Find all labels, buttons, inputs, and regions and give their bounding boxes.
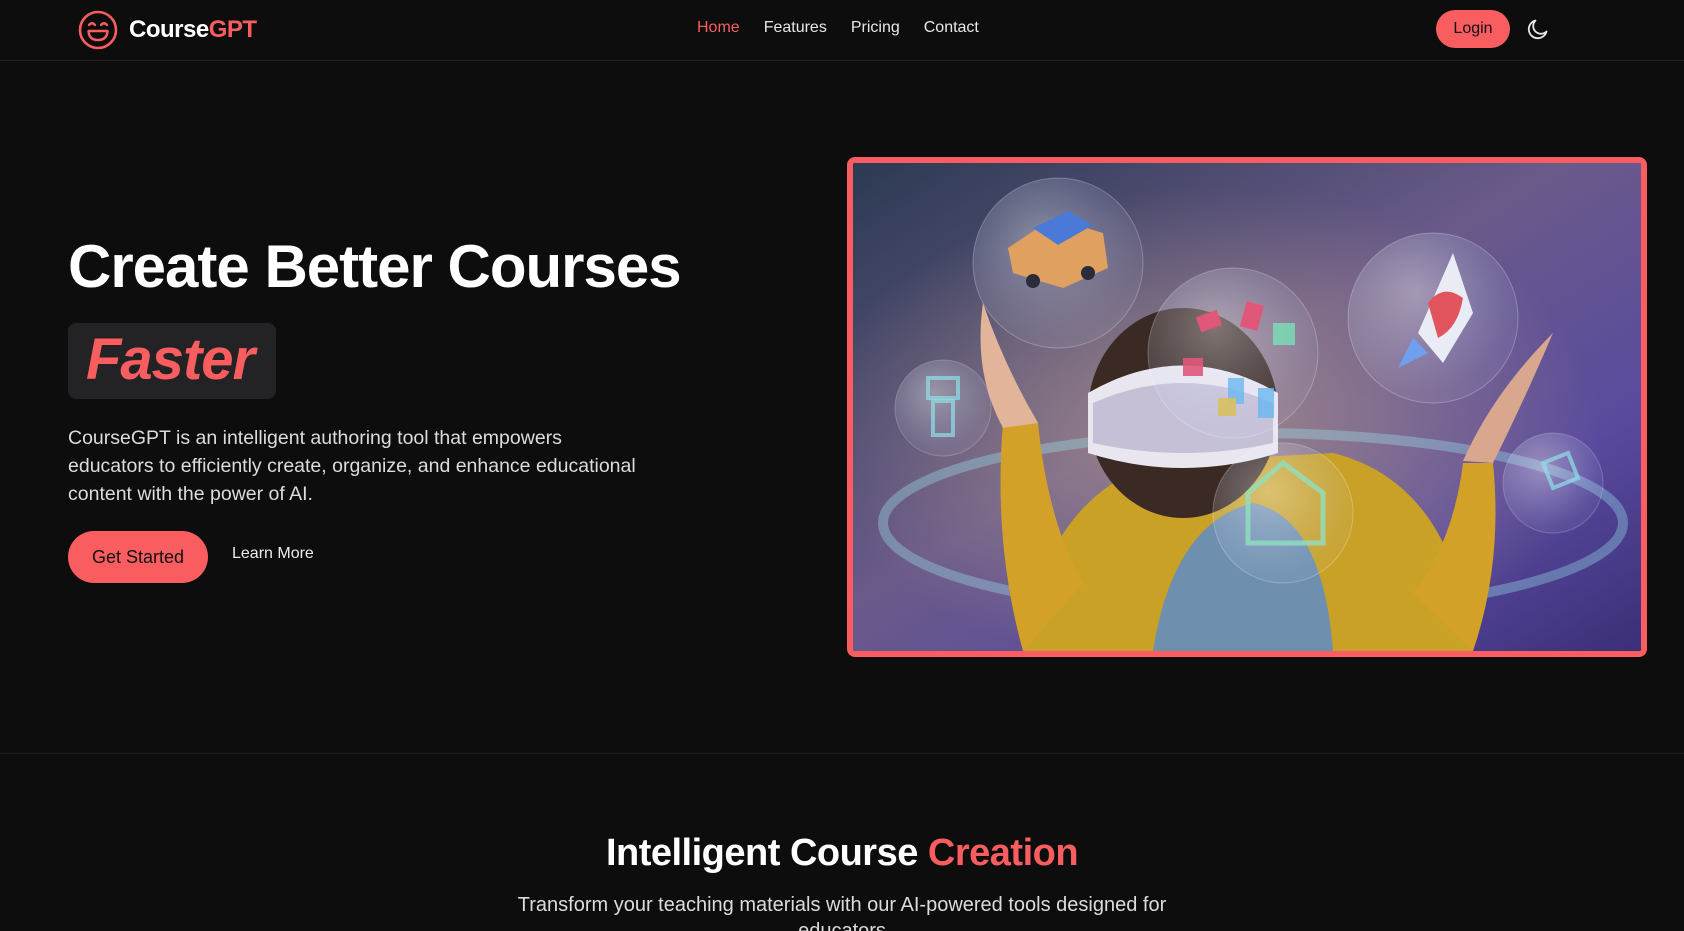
moon-icon[interactable]	[1526, 17, 1550, 41]
section-divider	[0, 753, 1684, 754]
hero-title: Create Better Courses	[68, 233, 682, 300]
get-started-button[interactable]: Get Started	[68, 531, 208, 583]
section-subtitle-text: Transform your teaching materials with o…	[517, 894, 1167, 931]
section-title: Intelligent Course Creation	[0, 832, 1684, 875]
hero-highlight-word: Faster	[86, 327, 255, 392]
top-navbar: CourseGPT Home Features Pricing Contact …	[0, 0, 1684, 61]
nav-link-contact[interactable]: Contact	[924, 19, 979, 37]
nav-link-pricing[interactable]: Pricing	[851, 19, 900, 37]
learn-more-link[interactable]: Learn More	[232, 545, 314, 563]
nav-link-home[interactable]: Home	[697, 19, 740, 37]
login-button[interactable]: Login	[1436, 10, 1510, 48]
brand-name-part1: Course	[129, 16, 209, 43]
section-subtitle: Transform your teaching materials with o…	[0, 892, 1684, 931]
vr-child-illustration	[853, 163, 1641, 651]
section-title-accent: Creation	[927, 832, 1079, 874]
brand-logo[interactable]: CourseGPT	[77, 8, 257, 52]
nav-links: Home Features Pricing Contact	[697, 19, 979, 37]
hero-image	[847, 157, 1647, 657]
brand-name: CourseGPT	[129, 16, 257, 44]
smiley-face-icon	[77, 9, 119, 51]
brand-name-part2: GPT	[208, 16, 257, 43]
section-title-main: Intelligent Course	[605, 832, 928, 874]
hero-description: CourseGPT is an intelligent authoring to…	[68, 427, 636, 505]
nav-link-features[interactable]: Features	[764, 19, 827, 37]
